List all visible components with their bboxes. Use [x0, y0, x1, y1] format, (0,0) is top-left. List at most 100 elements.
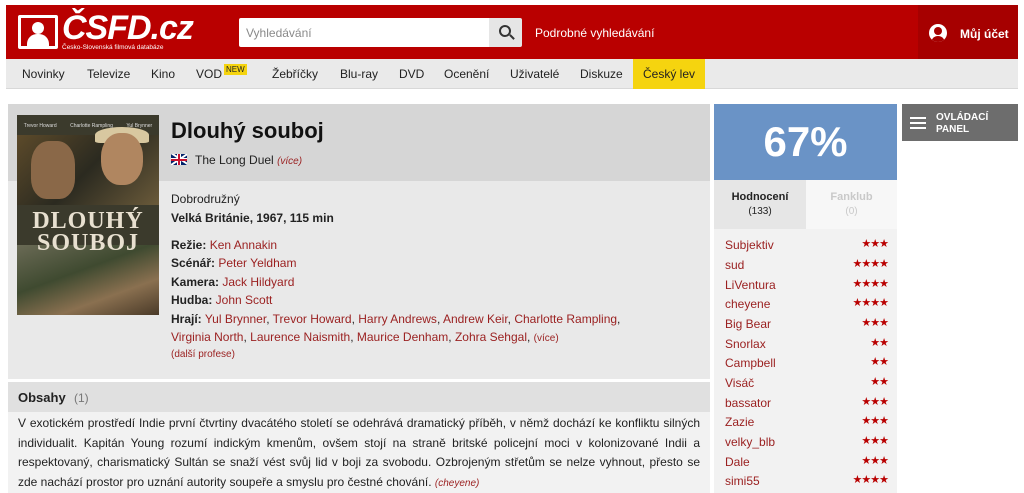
user-link[interactable]: sud [725, 258, 744, 272]
user-link[interactable]: cheyene [725, 297, 770, 311]
tab-fanclub-count: (0) [845, 206, 858, 217]
cast-link[interactable]: Trevor Howard [273, 312, 352, 326]
user-ratings-list: Subjektiv ★★★ sud ★★★★ LiVentura ★★★★ cheye… [714, 229, 897, 493]
nav-item-bluray[interactable]: Blu-ray [340, 59, 378, 89]
poster-name: Charlotte Rampling [70, 123, 113, 129]
nav-item-kino[interactable]: Kino [151, 59, 175, 89]
uk-flag-icon [171, 154, 187, 165]
more-professions-link[interactable]: (další profese) [171, 349, 235, 360]
plot-author-link[interactable]: (cheyene) [435, 478, 479, 489]
search-input[interactable] [239, 18, 489, 47]
nav-item-vod[interactable]: VOD [196, 59, 222, 89]
advanced-search-link[interactable]: Podrobné vyhledávání [535, 26, 654, 40]
rating-row: Snorlax ★★ [725, 334, 889, 354]
person-link[interactable]: Ken Annakin [210, 238, 277, 252]
film-origin: Velká Británie, 1967, 115 min [171, 211, 334, 225]
plot-text-block: V exotickém prostředí Indie první čtvrti… [18, 414, 700, 493]
credit-label: Režie: [171, 238, 207, 252]
rating-row: Dale ★★★ [725, 452, 889, 472]
cast-link[interactable]: Laurence Naismith [250, 330, 350, 344]
nav-item-dvd[interactable]: DVD [399, 59, 424, 89]
cast-link[interactable]: Virginia North [171, 330, 243, 344]
star-rating: ★★★ [861, 317, 889, 329]
rating-row: LiVentura ★★★★ [725, 275, 889, 295]
person-link[interactable]: Peter Yeldham [218, 256, 296, 270]
star-rating: ★★★★ [852, 278, 889, 290]
person-link[interactable]: Jack Hildyard [222, 275, 294, 289]
cast-link[interactable]: Charlotte Rampling [514, 312, 617, 326]
search-button[interactable] [489, 18, 522, 47]
original-title-more-link[interactable]: (více) [277, 156, 302, 167]
star-rating: ★★ [870, 356, 889, 368]
star-rating: ★★ [870, 376, 889, 388]
rating-row: cheyene ★★★★ [725, 294, 889, 314]
rating-row: sud ★★★★ [725, 255, 889, 275]
logo-text: ČSFD.cz [62, 9, 194, 47]
page-title: Dlouhý souboj [171, 118, 324, 143]
nav-item-zebricky[interactable]: Žebříčky [272, 59, 318, 89]
site-logo[interactable]: ČSFD.cz Česko-Slovenská filmová databáze [18, 9, 194, 55]
user-link[interactable]: Zazie [725, 415, 754, 429]
account-button[interactable]: Můj účet [918, 5, 1018, 59]
user-link[interactable]: Dale [725, 455, 750, 469]
tab-fanclub-label: Fanklub [830, 191, 873, 203]
user-link[interactable]: Visáč [725, 376, 754, 390]
tab-ratings-label: Hodnocení [731, 191, 789, 203]
person-link[interactable]: John Scott [216, 293, 273, 307]
menu-icon [910, 117, 926, 129]
plot-section: Obsahy (1) V exotickém prostředí Indie p… [8, 382, 710, 493]
nav-item-diskuze[interactable]: Diskuze [580, 59, 623, 89]
tab-ratings[interactable]: Hodnocení (133) [714, 180, 806, 229]
rating-row: simi55 ★★★★ [725, 471, 889, 491]
cast-link[interactable]: Maurice Denham [357, 330, 448, 344]
user-link[interactable]: simi55 [725, 474, 760, 488]
new-badge: NEW [224, 64, 247, 75]
cast-more-link[interactable]: (více) [534, 333, 559, 344]
cast-link[interactable]: Harry Andrews [358, 312, 437, 326]
control-panel-button[interactable]: OVLÁDACÍ PANEL [902, 104, 1018, 141]
rating-row: bassator ★★★ [725, 393, 889, 413]
nav-item-televize[interactable]: Televize [87, 59, 130, 89]
star-rating: ★★ [870, 337, 889, 349]
user-icon [929, 24, 947, 42]
tab-fanclub[interactable]: Fanklub (0) [806, 180, 897, 229]
original-title: The Long Duel (více) [195, 153, 302, 167]
user-link[interactable]: Subjektiv [725, 238, 774, 252]
star-rating: ★★★★ [852, 297, 889, 309]
user-link[interactable]: LiVentura [725, 278, 776, 292]
cast-link[interactable]: Yul Brynner [205, 312, 266, 326]
rating-tabs: Hodnocení (133) Fanklub (0) [714, 180, 897, 229]
poster-name: Trevor Howard [23, 123, 57, 129]
credit-directing: Režie: Ken Annakin [171, 238, 277, 252]
user-link[interactable]: Big Bear [725, 317, 771, 331]
plot-text: V exotickém prostředí Indie první čtvrti… [18, 416, 700, 489]
cast-link[interactable]: Zohra Sehgal [455, 330, 527, 344]
credit-screenplay: Scénář: Peter Yeldham [171, 256, 296, 270]
user-link[interactable]: Campbell [725, 356, 776, 370]
account-label: Můj účet [960, 27, 1009, 41]
film-poster[interactable]: Trevor Howard Charlotte Rampling Yul Bry… [17, 115, 159, 315]
user-link[interactable]: Snorlax [725, 337, 766, 351]
credit-label: Kamera: [171, 275, 220, 289]
original-title-text: The Long Duel [195, 153, 274, 167]
main-nav: Novinky Televize Kino VOD NEW Žebříčky B… [6, 59, 1018, 89]
rating-row: Subjektiv ★★★ [725, 235, 889, 255]
credit-cast: Hrají: Yul Brynner, Trevor Howard, Harry… [171, 312, 621, 326]
poster-name: Yul Brynner [126, 123, 153, 129]
user-link[interactable]: velky_blb [725, 435, 775, 449]
star-rating: ★★★ [861, 415, 889, 427]
logo-subtitle: Česko-Slovenská filmová databáze [62, 44, 164, 51]
nav-item-novinky[interactable]: Novinky [22, 59, 65, 89]
cast-link[interactable]: Andrew Keir [443, 312, 508, 326]
nav-item-oceneni[interactable]: Ocenění [444, 59, 489, 89]
nav-item-uzivatele[interactable]: Uživatelé [510, 59, 559, 89]
user-link[interactable]: bassator [725, 396, 771, 410]
credit-cast-line2: Virginia North, Laurence Naismith, Mauri… [171, 330, 559, 344]
credit-label: Hudba: [171, 293, 213, 307]
rating-row: Campbell ★★ [725, 353, 889, 373]
poster-title-line2: SOUBOJ [36, 230, 140, 256]
nav-item-cesky-lev[interactable]: Český lev [633, 59, 706, 89]
star-rating: ★★★ [861, 435, 889, 447]
star-rating: ★★★ [861, 396, 889, 408]
rating-percent: 67% [763, 118, 848, 165]
